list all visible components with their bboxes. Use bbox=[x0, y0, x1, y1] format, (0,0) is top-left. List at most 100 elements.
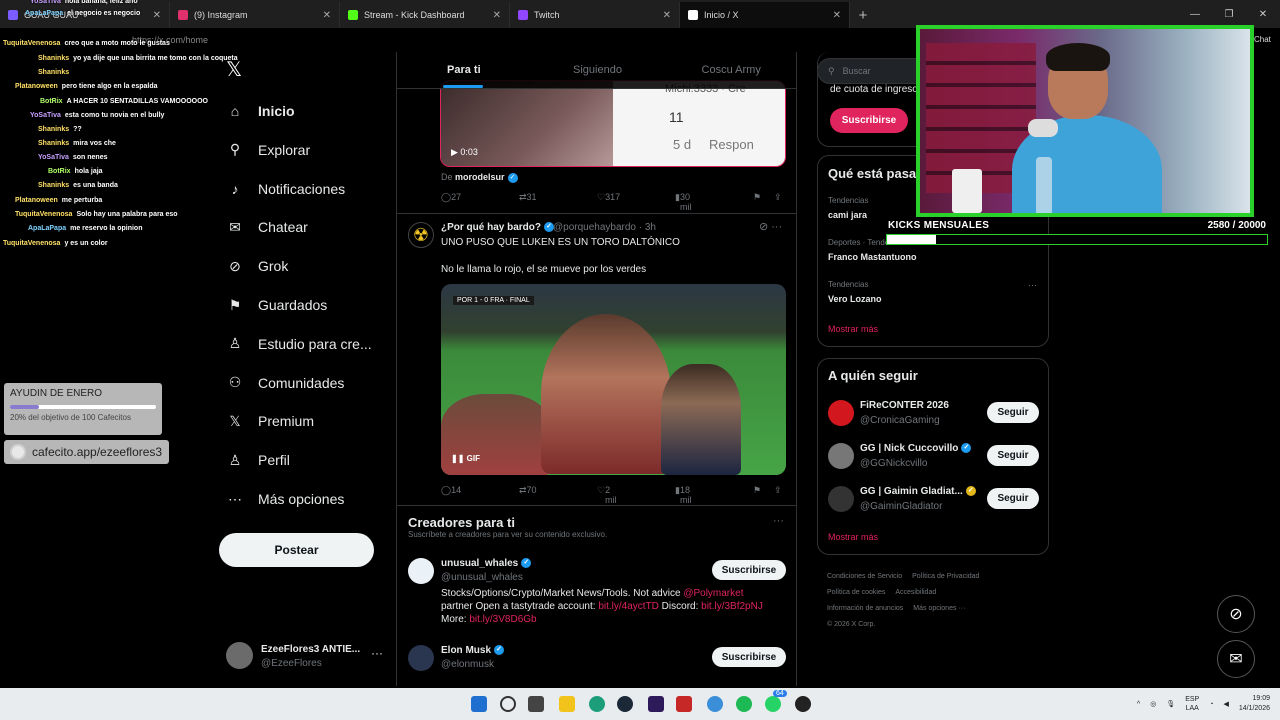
post-button[interactable]: Postear bbox=[219, 533, 374, 567]
chat-text: mira vos che bbox=[73, 140, 116, 147]
steam-icon[interactable] bbox=[617, 696, 633, 712]
sidebar-item-guardados[interactable]: ⚑ Guardados bbox=[226, 290, 328, 320]
tweet-gif[interactable]: POR 1 - 0 FRA · FINAL ❚❚ GIF bbox=[441, 284, 786, 475]
volume-icon[interactable]: ◀ bbox=[1223, 700, 1228, 708]
repost-button[interactable]: ⇄ 31 bbox=[519, 192, 537, 203]
sidebar-item-estudio-para-cre-[interactable]: ♙ Estudio para cre... bbox=[226, 329, 372, 359]
obs-active-icon[interactable] bbox=[676, 696, 692, 712]
footer-link[interactable]: Política de cookies bbox=[827, 589, 885, 596]
like-button[interactable]: ♡ 317 bbox=[597, 192, 620, 203]
footer-link[interactable]: Información de anuncios bbox=[827, 605, 903, 612]
chat-message: BotRix hola jaja bbox=[48, 168, 103, 175]
tab-siguiendo[interactable]: Siguiendo bbox=[531, 52, 665, 88]
new-tab-button[interactable]: + bbox=[850, 2, 876, 28]
tweet-video[interactable]: Michi.3333 · Cre 11 5 d Respon ▶ 0:03 bbox=[440, 80, 786, 167]
tweet-source[interactable]: De morodelsur ✓ bbox=[441, 172, 518, 183]
more-dots-icon[interactable]: ⊘ ··· bbox=[759, 220, 782, 233]
bio-link[interactable]: @Polymarket bbox=[683, 588, 743, 599]
follow-button[interactable]: Seguir bbox=[987, 402, 1039, 423]
close-window-icon[interactable]: ✕ bbox=[1246, 0, 1280, 28]
account-switcher[interactable]: EzeeFlores3 ANTIE... @EzeeFlores ··· bbox=[226, 642, 386, 672]
edge-icon[interactable] bbox=[589, 696, 605, 712]
premiere-icon[interactable] bbox=[648, 696, 664, 712]
bookmark-icon[interactable]: ⚑ bbox=[753, 485, 761, 496]
file-explorer-icon[interactable] bbox=[559, 696, 575, 712]
repost-button[interactable]: ⇄ 70 bbox=[519, 485, 537, 496]
footer-link[interactable]: Más opciones ··· bbox=[913, 605, 965, 612]
sidebar-item-label: Chatear bbox=[258, 219, 308, 236]
tweet-author[interactable]: ¿Por qué hay bardo? ✓ bbox=[441, 222, 555, 233]
bookmark-icon[interactable]: ⚑ bbox=[753, 192, 761, 203]
more-dots-icon[interactable]: ··· bbox=[773, 515, 784, 527]
language-indicator[interactable]: ESP LAA bbox=[1185, 695, 1199, 713]
x-logo-icon[interactable]: 𝕏 bbox=[226, 60, 246, 80]
sidebar-item-más-opciones[interactable]: ⋯ Más opciones bbox=[226, 484, 344, 514]
chat-text: es una banda bbox=[73, 182, 118, 189]
more-dots-icon[interactable]: ··· bbox=[1028, 280, 1037, 290]
browser-tab-kick[interactable]: Stream - Kick Dashboard ✕ bbox=[340, 2, 510, 28]
app-icon[interactable] bbox=[707, 696, 723, 712]
footer-link[interactable]: Condiciones de Servicio bbox=[827, 573, 902, 580]
tab-close-icon[interactable]: ✕ bbox=[663, 10, 671, 21]
sidebar-item-explorar[interactable]: ⚲ Explorar bbox=[226, 135, 310, 165]
mic-icon[interactable]: 🎙 bbox=[1166, 700, 1175, 708]
tab-close-icon[interactable]: ✕ bbox=[493, 10, 501, 21]
sidebar-item-premium[interactable]: 𝕏 Premium bbox=[226, 406, 314, 436]
follow-name: FiReCONTER 2026 bbox=[860, 400, 949, 411]
bio-link[interactable]: bit.ly/3Bf2pNJ bbox=[701, 601, 763, 612]
search-icon[interactable] bbox=[500, 696, 516, 712]
sidebar-item-grok[interactable]: ⊘ Grok bbox=[226, 251, 288, 281]
sidebar-item-chatear[interactable]: ✉ Chatear bbox=[226, 212, 308, 242]
browser-tab-twitch[interactable]: Twitch ✕ bbox=[510, 2, 680, 28]
tab-para-ti[interactable]: Para ti bbox=[397, 52, 531, 88]
radiation-avatar-icon: ☢ bbox=[408, 222, 434, 248]
windows-start-icon[interactable] bbox=[471, 696, 487, 712]
follow-button[interactable]: Seguir bbox=[987, 488, 1039, 509]
show-more-link[interactable]: Mostrar más bbox=[828, 324, 878, 334]
obs-icon[interactable] bbox=[795, 696, 811, 712]
tab-coscu-army[interactable]: Coscu Army bbox=[664, 52, 796, 88]
minimize-icon[interactable]: — bbox=[1178, 0, 1212, 28]
network-icon[interactable]: ◎ bbox=[1150, 700, 1156, 708]
wifi-icon[interactable]: ◔ bbox=[1209, 701, 1213, 708]
reply-button[interactable]: ◯ 14 bbox=[441, 485, 461, 496]
bio-link[interactable]: bit.ly/3V8D6Gb bbox=[469, 614, 536, 625]
sidebar-item-perfil[interactable]: ♙ Perfil bbox=[226, 445, 290, 475]
share-icon[interactable]: ⇪ bbox=[774, 192, 782, 203]
chat-username: TuquitaVenenosa bbox=[3, 240, 61, 247]
clock[interactable]: 19:09 14/1/2026 bbox=[1239, 694, 1270, 714]
spotify-icon[interactable] bbox=[736, 696, 752, 712]
premium-subscribe-button[interactable]: Suscribirse bbox=[830, 108, 908, 133]
follow-button[interactable]: Seguir bbox=[987, 445, 1039, 466]
tweet-handle[interactable]: @porquehaybardo · 3h bbox=[553, 222, 656, 233]
subscribe-button[interactable]: Suscribirse bbox=[712, 560, 786, 580]
footer-link[interactable]: © 2026 X Corp. bbox=[827, 621, 875, 628]
tab-close-icon[interactable]: ✕ bbox=[323, 10, 331, 21]
sidebar-item-comunidades[interactable]: ⚇ Comunidades bbox=[226, 368, 345, 398]
chevron-up-icon[interactable]: ^ bbox=[1137, 701, 1140, 708]
video-right-frame: Michi.3333 · Cre 11 5 d Respon bbox=[613, 81, 785, 166]
subscribe-button[interactable]: Suscribirse bbox=[712, 647, 786, 667]
reply-button[interactable]: ◯ 27 bbox=[441, 192, 461, 203]
messages-icon[interactable]: ✉ bbox=[1217, 640, 1255, 678]
sidebar-item-notificaciones[interactable]: ♪ Notificaciones bbox=[226, 174, 346, 204]
task-view-icon[interactable] bbox=[528, 696, 544, 712]
views-button[interactable]: ▮ 30 mil bbox=[675, 192, 691, 212]
browser-tab-x[interactable]: Inicio / X ✕ bbox=[680, 2, 850, 28]
footer-link[interactable]: Política de Privacidad bbox=[912, 573, 979, 580]
tab-close-icon[interactable]: ✕ bbox=[833, 10, 841, 21]
bio-link[interactable]: bit.ly/4ayctTD bbox=[598, 601, 659, 612]
chat-username: BotRix bbox=[48, 168, 71, 175]
player-figure bbox=[661, 364, 741, 475]
like-button[interactable]: ♡ 2 mil bbox=[597, 485, 617, 505]
show-more-link[interactable]: Mostrar más bbox=[828, 532, 878, 542]
views-button[interactable]: ▮ 18 mil bbox=[675, 485, 691, 505]
footer-link[interactable]: Accesibilidad bbox=[895, 589, 936, 596]
grok-icon[interactable]: ⊘ bbox=[1217, 595, 1255, 633]
gif-badge[interactable]: ❚❚ GIF bbox=[451, 454, 480, 463]
sidebar-item-inicio[interactable]: ⌂ Inicio bbox=[226, 96, 295, 126]
share-icon[interactable]: ⇪ bbox=[774, 485, 782, 496]
maximize-icon[interactable]: ❐ bbox=[1212, 0, 1246, 28]
chat-message: Shaninks es una banda bbox=[38, 182, 118, 189]
whatsapp-icon[interactable] bbox=[765, 696, 781, 712]
